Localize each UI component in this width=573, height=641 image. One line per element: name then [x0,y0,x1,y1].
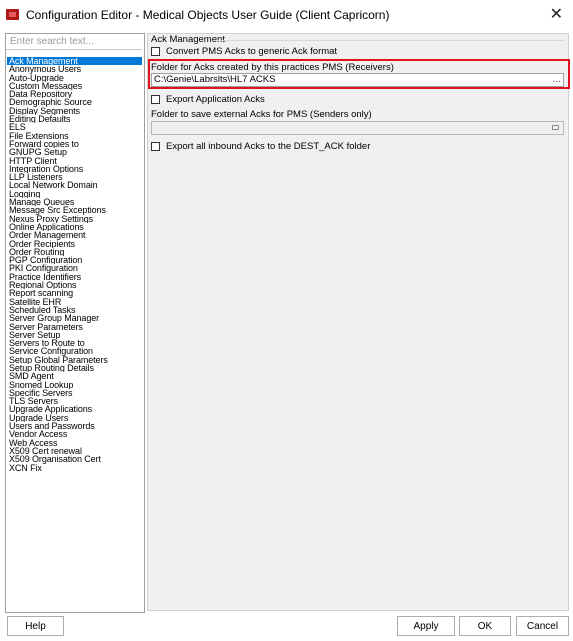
nav-item-message-src-exceptions[interactable]: Message Src Exceptions [7,206,142,214]
nav-item-http-client[interactable]: HTTP Client [7,157,142,165]
nav-item-smd-agent[interactable]: SMD Agent [7,372,142,380]
button-bar: Help Apply OK Cancel [0,616,573,641]
nav-item-nexus-proxy-settings[interactable]: Nexus Proxy Settings [7,215,142,223]
export-app-acks-checkbox[interactable] [151,94,160,104]
nav-item-satellite-ehr[interactable]: Satellite EHR [7,298,142,306]
nav-item-auto-upgrade[interactable]: Auto-Upgrade [7,74,142,82]
nav-item-custom-messages[interactable]: Custom Messages [7,82,142,90]
nav-item-setup-global-parameters[interactable]: Setup Global Parameters [7,356,142,364]
nav-item-setup-routing-details[interactable]: Setup Routing Details [7,364,142,372]
convert-acks-option[interactable]: Convert PMS Acks to generic Ack format [151,45,337,57]
nav-item-report-scanning[interactable]: Report scanning [7,289,142,297]
nav-item-service-configuration[interactable]: Service Configuration [7,347,142,355]
senders-folder-input[interactable] [151,121,564,135]
export-inbound-acks-checkbox[interactable] [151,141,160,151]
export-app-acks-option[interactable]: Export Application Acks [151,93,265,105]
nav-item-vendor-access[interactable]: Vendor Access [7,430,142,438]
folder-icon[interactable] [552,125,559,130]
group-divider [213,40,565,41]
nav-item-tls-servers[interactable]: TLS Servers [7,397,142,405]
nav-item-forward-copies-to[interactable]: Forward copies to [7,140,142,148]
export-inbound-acks-option[interactable]: Export all inbound Acks to the DEST_ACK … [151,140,370,152]
nav-item-snomed-lookup[interactable]: Snomed Lookup [7,381,142,389]
nav-item-display-segments[interactable]: Display Segments [7,107,142,115]
ack-management-panel: Ack Management Convert PMS Acks to gener… [147,33,570,611]
nav-item-server-group-manager[interactable]: Server Group Manager [7,314,142,322]
convert-acks-checkbox[interactable] [151,46,160,56]
settings-nav-panel: Ack ManagementAnonymous UsersAuto-Upgrad… [5,33,145,613]
nav-item-users-and-passwords[interactable]: Users and Passwords [7,422,142,430]
window-title: Configuration Editor - Medical Objects U… [26,8,390,22]
nav-item-anonymous-users[interactable]: Anonymous Users [7,65,142,73]
nav-item-order-routing[interactable]: Order Routing [7,248,142,256]
nav-item-gnupg-setup[interactable]: GNUPG Setup [7,148,142,156]
nav-item-server-parameters[interactable]: Server Parameters [7,323,142,331]
nav-item-llp-listeners[interactable]: LLP Listeners [7,173,142,181]
nav-item-pki-configuration[interactable]: PKI Configuration [7,264,142,272]
nav-item-xcn-fix[interactable]: XCN Fix [7,464,142,472]
title-bar: Configuration Editor - Medical Objects U… [0,0,573,30]
nav-item-web-access[interactable]: Web Access [7,439,142,447]
senders-folder-label: Folder to save external Acks for PMS (Se… [151,109,372,120]
export-inbound-acks-label: Export all inbound Acks to the DEST_ACK … [166,140,371,152]
nav-item-ack-management[interactable]: Ack Management [7,57,142,66]
search-input[interactable] [6,34,142,50]
settings-nav-list: Ack Management Anonymous Users Auto-Upgrad… [7,57,142,472]
nav-item-x509-cert-renewal[interactable]: X509 Cert renewal [7,447,142,455]
nav-item-order-management[interactable]: Order Management [7,231,142,239]
nav-item-practice-identifiers[interactable]: Practice Identifiers [7,273,142,281]
ok-button[interactable]: OK [459,616,511,636]
close-button[interactable]: ✕ [550,5,563,25]
app-logo-icon [6,9,19,20]
receivers-folder-input[interactable]: C:\Genie\Labrslts\HL7 ACKS ... [151,73,564,87]
receivers-folder-label: Folder for Acks created by this practice… [151,62,394,73]
nav-item-upgrade-applications[interactable]: Upgrade Applications [7,405,142,413]
receivers-folder-value: C:\Genie\Labrslts\HL7 ACKS [154,74,276,85]
nav-item-logging[interactable]: Logging [7,190,142,198]
nav-item-servers-to-route-to[interactable]: Servers to Route to [7,339,142,347]
nav-item-file-extensions[interactable]: File Extensions [7,132,142,140]
nav-item-els[interactable]: ELS [7,123,142,131]
nav-item-demographic-source[interactable]: Demographic Source [7,98,142,106]
convert-acks-label: Convert PMS Acks to generic Ack format [166,45,338,57]
nav-item-scheduled-tasks[interactable]: Scheduled Tasks [7,306,142,314]
nav-item-data-repository[interactable]: Data Repository [7,90,142,98]
nav-item-regional-options[interactable]: Regional Options [7,281,142,289]
nav-item-editing-defaults[interactable]: Editing Defaults [7,115,142,123]
export-app-acks-label: Export Application Acks [166,93,265,105]
apply-button[interactable]: Apply [397,616,455,636]
nav-item-order-recipients[interactable]: Order Recipients [7,240,142,248]
nav-item-specific-servers[interactable]: Specific Servers [7,389,142,397]
nav-item-manage-queues[interactable]: Manage Queues [7,198,142,206]
nav-item-local-network-domain[interactable]: Local Network Domain [7,181,142,189]
nav-item-online-applications[interactable]: Online Applications [7,223,142,231]
nav-item-server-setup[interactable]: Server Setup [7,331,142,339]
nav-item-upgrade-users[interactable]: Upgrade Users [7,414,142,422]
nav-item-integration-options[interactable]: Integration Options [7,165,142,173]
cancel-button[interactable]: Cancel [516,616,569,636]
nav-item-x509-organisation-cert[interactable]: X509 Organisation Cert [7,455,142,463]
nav-item-pgp-configuration[interactable]: PGP Configuration [7,256,142,264]
help-button[interactable]: Help [7,616,64,636]
browse-button[interactable]: ... [553,74,561,85]
